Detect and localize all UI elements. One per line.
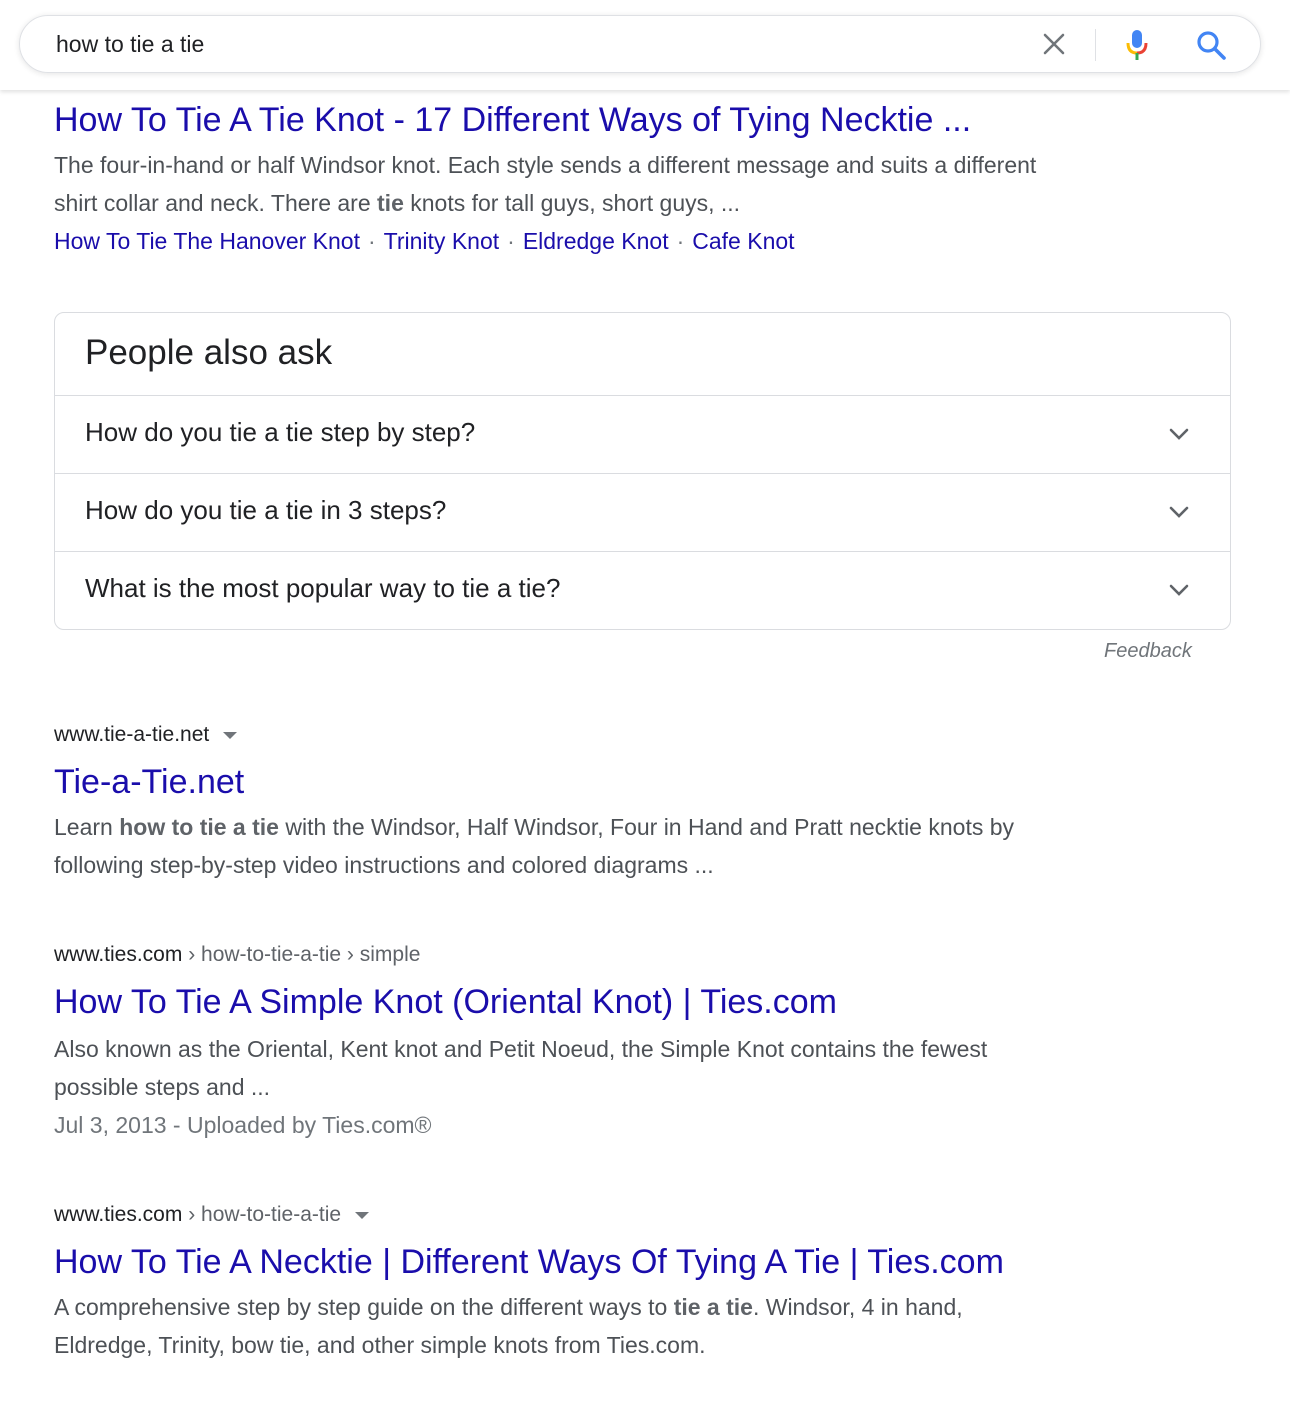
paa-question[interactable]: What is the most popular way to tie a ti… [55,551,1230,629]
snippet-text: . Windsor, 4 in hand, [752,1294,963,1320]
snippet-text: with the Windsor, Half Windsor, Four in … [278,814,1015,840]
snippet-line: Also known as the Oriental, Kent knot an… [54,1036,988,1062]
result-title-simple-knot[interactable]: How To Tie A Simple Knot (Oriental Knot)… [54,982,837,1022]
paa-heading: People also ask [85,333,333,372]
result-snippet: A comprehensive step by step guide on th… [54,1288,1164,1364]
sitelink-cafe-knot[interactable]: Cafe Knot [692,228,794,254]
snippet-line: following step-by-step video instruction… [54,852,714,878]
chevron-down-icon [1169,428,1189,440]
sitelink-eldredge-knot[interactable]: Eldredge Knot [523,228,669,254]
paa-question-text: What is the most popular way to tie a ti… [85,573,561,603]
cite-domain: www.ties.com [54,1203,183,1226]
search-divider [1095,29,1096,61]
people-also-ask: People also ask How do you tie a tie ste… [54,312,1231,630]
snippet-line: Learn how to tie a tie with the Windsor,… [54,808,1164,846]
snippet-bold: tie a tie [673,1294,753,1320]
caret-down-icon[interactable] [223,731,238,739]
snippet-line: shirt collar and neck. There are tie kno… [54,184,1164,222]
paa-question-text: How do you tie a tie step by step? [85,417,476,447]
result-title-tie-knot[interactable]: How To Tie A Tie Knot - 17 Different Way… [54,100,971,140]
feedback-link[interactable]: Feedback [1104,640,1192,663]
search-header [0,0,1290,90]
cite-breadcrumb: › how-to-tie-a-tie [182,1203,342,1226]
sitelink-trinity-knot[interactable]: Trinity Knot [384,228,499,254]
snippet-text: Learn [54,814,120,840]
caret-down-icon[interactable] [355,1211,370,1219]
microphone-icon[interactable] [1122,28,1152,62]
snippet-text: shirt collar and neck. There are [54,190,378,216]
cite-domain: www.tie-a-tie.net [54,723,210,746]
snippet-line: Eldredge, Trinity, bow tie, and other si… [54,1332,706,1358]
search-icon[interactable] [1194,28,1228,62]
result-snippet: The four-in-hand or half Windsor knot. E… [54,146,1164,222]
result-cite: www.tie-a-tie.net [54,720,238,750]
result-snippet: Also known as the Oriental, Kent knot an… [54,1030,1164,1106]
cite-breadcrumb: › how-to-tie-a-tie › simple [182,943,421,966]
result-cite: www.ties.com › how-to-tie-a-tie › simple [54,940,420,970]
cite-domain: www.ties.com [54,943,183,966]
snippet-text: knots for tall guys, short guys, ... [403,190,741,216]
snippet-line: The four-in-hand or half Windsor knot. E… [54,152,1037,178]
sitelinks: How To Tie The Hanover Knot · Trinity Knot… [54,222,795,260]
snippet-line: A comprehensive step by step guide on th… [54,1288,1164,1326]
sitelink-separator: · [368,228,376,254]
snippet-bold: how to tie a tie [119,814,279,840]
sitelink-hanover-knot[interactable]: How To Tie The Hanover Knot [54,228,360,254]
sitelink-separator: · [507,228,515,254]
result-snippet: Learn how to tie a tie with the Windsor,… [54,808,1164,884]
chevron-down-icon [1169,506,1189,518]
close-icon[interactable] [1040,30,1068,58]
result-cite: www.ties.com › how-to-tie-a-tie [54,1200,370,1230]
search-box[interactable] [19,15,1261,73]
paa-question[interactable]: How do you tie a tie step by step? [55,395,1230,474]
snippet-line: possible steps and ... [54,1074,271,1100]
paa-question-text: How do you tie a tie in 3 steps? [85,495,447,525]
search-input[interactable] [56,28,956,60]
paa-question[interactable]: How do you tie a tie in 3 steps? [55,473,1230,552]
result-date: Jul 3, 2013 - Uploaded by Ties.com® [54,1112,432,1138]
sitelink-separator: · [676,228,685,254]
chevron-down-icon [1169,584,1189,596]
snippet-text: A comprehensive step by step guide on th… [54,1294,674,1320]
snippet-bold: tie [377,190,404,216]
result-title-tie-a-tie[interactable]: Tie-a-Tie.net [54,762,244,802]
result-title-necktie[interactable]: How To Tie A Necktie | Different Ways Of… [54,1242,1004,1282]
